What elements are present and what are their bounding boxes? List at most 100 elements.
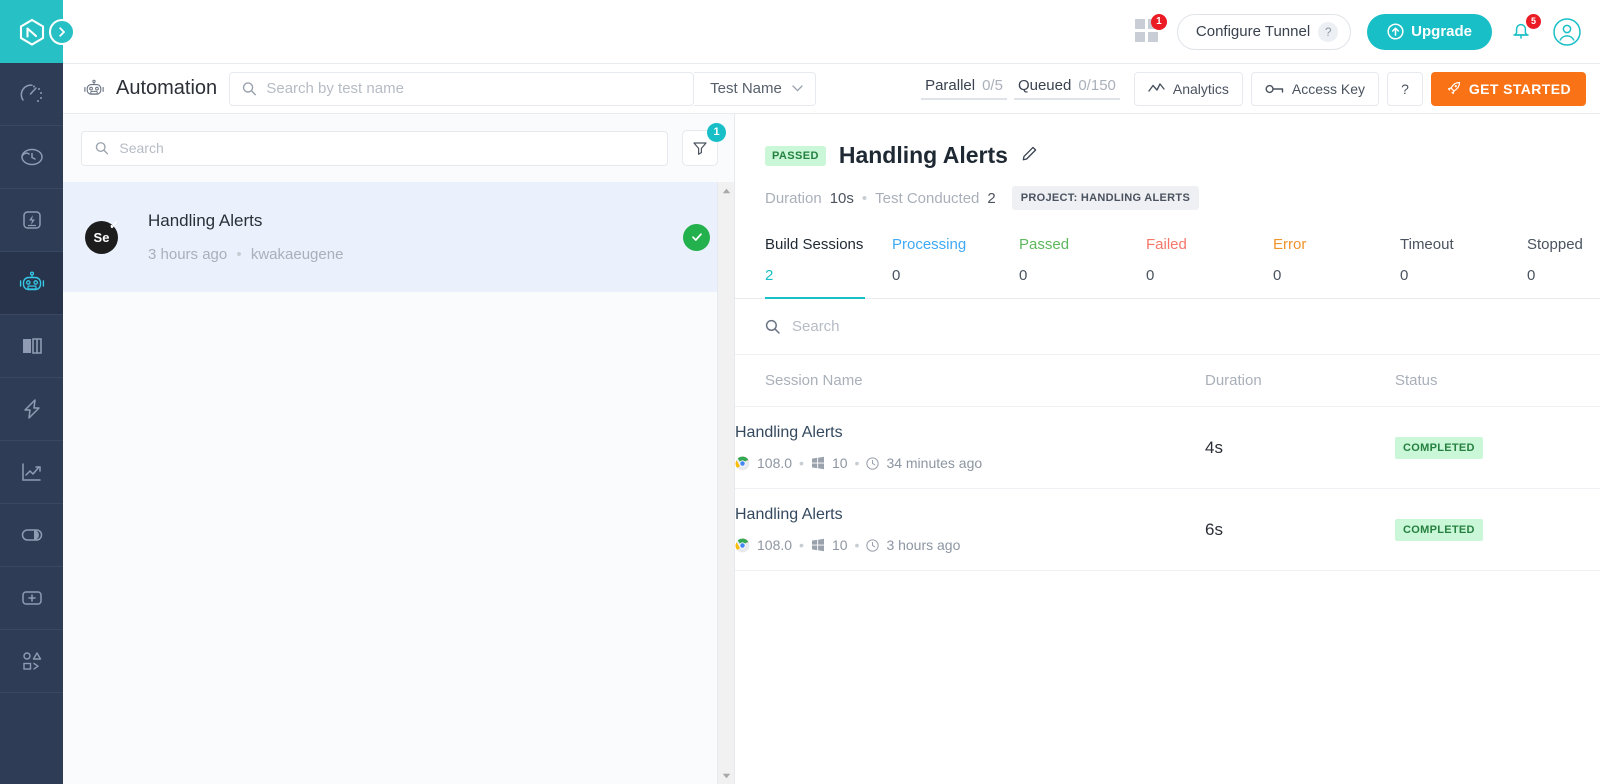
list-search-box[interactable]: [81, 130, 668, 166]
configure-tunnel-label: Configure Tunnel: [1195, 23, 1311, 40]
sidebar-item-realtime[interactable]: [0, 126, 63, 189]
session-name-link[interactable]: Handling Alerts: [735, 424, 1205, 442]
search-icon: [95, 142, 109, 155]
test-list-scroll: Se ✓ Handling Alerts 3 hours ago • kwaka…: [63, 182, 734, 784]
test-search-box[interactable]: [229, 71, 695, 106]
sidebar-item-integrations[interactable]: [0, 630, 63, 693]
tab-stopped[interactable]: Stopped 0: [1527, 236, 1600, 298]
cell-status: COMPLETED: [1395, 488, 1600, 571]
tab-passed[interactable]: Passed 0: [1019, 236, 1146, 298]
cell-session-name: Handling Alerts: [735, 406, 1205, 489]
clock-icon: [866, 456, 880, 470]
rocket-icon: [1447, 81, 1460, 95]
robot-automation-icon: [19, 271, 44, 291]
app-root: 1 Configure Tunnel ? Upgrade 5 Automatio…: [0, 0, 1600, 784]
project-chip: PROJECT: HANDLING ALERTS: [1011, 186, 1200, 210]
tab-error[interactable]: Error 0: [1273, 236, 1400, 298]
left-nav-rail: [0, 0, 63, 784]
sessions-table: Session Name Duration Status Handling Al…: [735, 355, 1600, 571]
meta-separator: •: [854, 455, 860, 471]
tab-label: Failed: [1146, 236, 1187, 253]
table-row[interactable]: Handling Alerts: [735, 488, 1600, 571]
list-item[interactable]: Se ✓ Handling Alerts 3 hours ago • kwaka…: [63, 182, 734, 292]
upgrade-button[interactable]: Upgrade: [1367, 13, 1492, 50]
help-button[interactable]: ?: [1387, 71, 1423, 106]
os-version: 10: [831, 537, 848, 553]
stat-queued-label: Queued: [1017, 77, 1072, 94]
analytics-chart-icon: [21, 463, 41, 481]
list-item-time: 3 hours ago: [148, 246, 228, 263]
table-row[interactable]: Handling Alerts: [735, 406, 1600, 489]
cell-status: COMPLETED: [1395, 406, 1600, 489]
list-scrollbar[interactable]: [717, 182, 734, 784]
sidebar-item-smart-testing[interactable]: [0, 378, 63, 441]
configure-tunnel-button[interactable]: Configure Tunnel ?: [1176, 13, 1352, 50]
session-meta: 108.0 • 10 •: [735, 537, 1205, 553]
bolt-icon: [23, 399, 40, 419]
tab-label: Error: [1273, 236, 1307, 253]
user-avatar-button[interactable]: [1552, 17, 1582, 47]
search-icon: [242, 82, 257, 96]
detail-title: Handling Alerts: [838, 142, 1008, 168]
upgrade-label: Upgrade: [1411, 23, 1472, 40]
sidebar-item-add[interactable]: [0, 567, 63, 630]
tab-count: 2: [765, 267, 774, 284]
tunnel-help-icon[interactable]: ?: [1318, 21, 1339, 42]
tab-label: Processing: [892, 236, 967, 253]
detail-status-badge: PASSED: [765, 145, 826, 166]
session-time: 34 minutes ago: [886, 455, 983, 471]
edit-title-button[interactable]: [1021, 145, 1038, 167]
sidebar-item-test-intelligence[interactable]: [0, 504, 63, 567]
status-badge: COMPLETED: [1395, 436, 1483, 459]
expand-sidebar-button[interactable]: [49, 19, 75, 45]
chevron-down-icon: [792, 85, 803, 92]
tab-build-sessions[interactable]: Build Sessions 2: [765, 236, 892, 299]
list-item-meta: 3 hours ago • kwakaeugene: [148, 246, 683, 263]
access-key-button[interactable]: Access Key: [1250, 71, 1380, 106]
search-input[interactable]: [266, 80, 682, 97]
sessions-search-input[interactable]: [792, 318, 1152, 335]
meta-separator: •: [236, 246, 242, 263]
key-icon: [1265, 84, 1284, 93]
test-name-dropdown-label: Test Name: [710, 80, 782, 97]
lambdatest-logo-icon: [19, 18, 44, 46]
help-label: ?: [1401, 80, 1409, 97]
list-item-name: Handling Alerts: [148, 211, 263, 230]
sidebar-item-analytics[interactable]: [0, 441, 63, 504]
analytics-button[interactable]: Analytics: [1133, 71, 1243, 106]
list-search-input[interactable]: [119, 140, 654, 156]
sidebar-item-dashboard[interactable]: [0, 63, 63, 126]
meta-separator: •: [861, 189, 868, 207]
stat-parallel-value: 0/5: [982, 77, 1003, 94]
tab-failed[interactable]: Failed 0: [1146, 236, 1273, 298]
test-list-panel: 1 Se ✓ Handling Alerts 3 hours ago: [63, 114, 735, 784]
get-started-button[interactable]: GET STARTED: [1430, 71, 1586, 106]
sidebar-item-automation[interactable]: [0, 252, 63, 315]
realtime-clock-icon: [20, 148, 43, 166]
apps-badge: 1: [1150, 13, 1167, 30]
access-key-label: Access Key: [1291, 80, 1366, 97]
apps-grid-button[interactable]: 1: [1134, 13, 1167, 45]
sessions-search-box[interactable]: [735, 299, 1600, 355]
clock-icon: [866, 538, 880, 552]
sidebar-item-hyperexecute[interactable]: [0, 189, 63, 252]
scroll-down-arrow[interactable]: [718, 767, 735, 784]
chevron-right-icon: [59, 27, 65, 37]
tab-count: 0: [1019, 267, 1028, 284]
filter-button[interactable]: 1: [682, 123, 726, 166]
tab-processing[interactable]: Processing 0: [892, 236, 1019, 298]
test-name-dropdown[interactable]: Test Name: [694, 71, 816, 106]
scroll-up-arrow[interactable]: [718, 182, 735, 199]
notifications-badge: 5: [1526, 13, 1541, 29]
notifications-button[interactable]: 5: [1508, 13, 1541, 46]
list-item-user: kwakaeugene: [250, 246, 344, 263]
sidebar-item-visual-regression[interactable]: [0, 315, 63, 378]
tab-label: Build Sessions: [765, 236, 864, 253]
col-status: Status: [1395, 355, 1600, 407]
browser-version: 108.0: [757, 537, 793, 553]
session-name-link[interactable]: Handling Alerts: [735, 506, 1205, 524]
tab-timeout[interactable]: Timeout 0: [1400, 236, 1527, 298]
test-detail-panel: PASSED Handling Alerts Duration 10s • Te…: [735, 114, 1600, 784]
status-badge: COMPLETED: [1395, 518, 1483, 541]
tab-count: 0: [1273, 267, 1282, 284]
